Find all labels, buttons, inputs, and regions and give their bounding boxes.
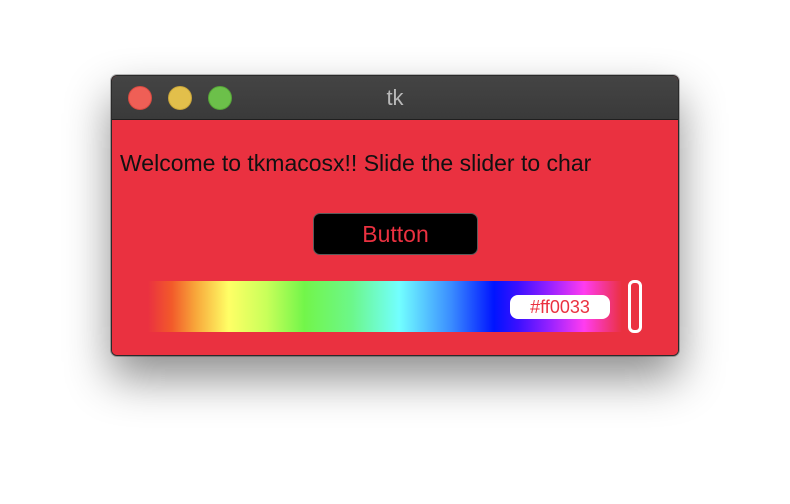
- window-title: tk: [386, 85, 404, 110]
- welcome-label: Welcome to tkmacosx!! Slide the slider t…: [120, 150, 592, 176]
- title-bar[interactable]: tk: [112, 76, 678, 120]
- main-button[interactable]: Button: [313, 213, 478, 255]
- app-window: tk Welcome to tkmacosx!! Slide the slide…: [111, 75, 679, 356]
- color-slider-thumb[interactable]: [628, 280, 642, 333]
- content-area: Welcome to tkmacosx!! Slide the slider t…: [112, 120, 678, 355]
- color-value-label: #ff0033: [510, 295, 610, 319]
